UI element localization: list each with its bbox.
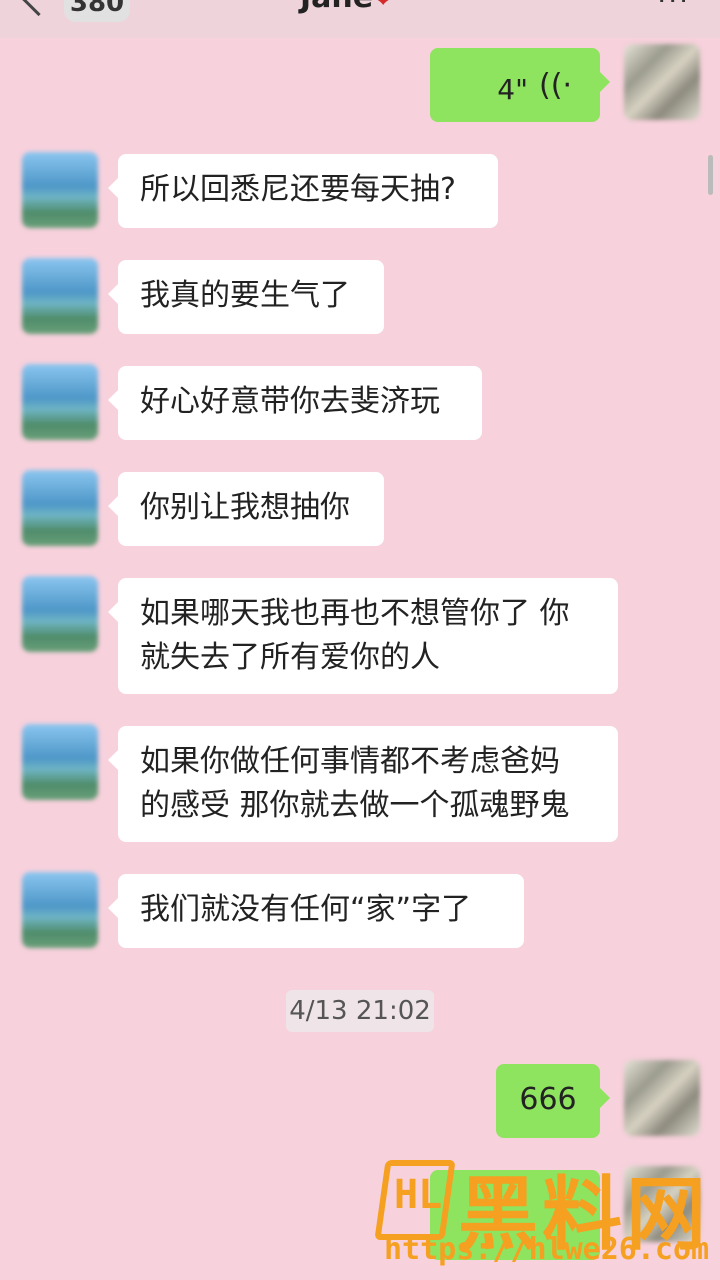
message-text-line: 的感受 那你就去做一个孤魂野鬼 (140, 788, 570, 823)
message-text-line: 如果你做任何事情都不考虑爸妈 (140, 744, 560, 779)
voice-duration: 4" (497, 73, 528, 106)
watermark-url: https://hlwe26.com (384, 1232, 710, 1267)
message-text: 666 (519, 1082, 577, 1117)
contact-avatar[interactable] (22, 152, 98, 228)
message-bubble[interactable]: 如果哪天我也再也不想管你了 你 就失去了所有爱你的人 (108, 578, 618, 694)
contact-avatar[interactable] (22, 258, 98, 334)
unread-count-badge[interactable]: 380 (64, 0, 130, 22)
voice-message-bubble[interactable]: 4" ((· (430, 48, 610, 122)
voice-wave-icon: ((· (539, 68, 572, 103)
message-text-line: 就失去了所有爱你的人 (140, 640, 440, 675)
message-text-line: 如果哪天我也再也不想管你了 你 (140, 596, 570, 631)
more-options-icon[interactable]: ··· (657, 0, 690, 17)
heart-icon: ❤ (373, 0, 393, 13)
my-avatar[interactable] (624, 44, 700, 120)
watermark-logo-text: HL (394, 1172, 443, 1218)
message-text: 我真的要生气了 (140, 278, 350, 313)
back-arrow-icon[interactable] (20, 0, 57, 17)
contact-avatar[interactable] (22, 576, 98, 652)
scrollbar-thumb[interactable] (708, 155, 713, 195)
chat-header: 380 Jane❤ ··· (0, 0, 720, 38)
chat-title: Jane❤ (300, 0, 393, 15)
message-text: 所以回悉尼还要每天抽? (140, 172, 456, 207)
contact-avatar[interactable] (22, 470, 98, 546)
message-bubble[interactable]: 我们就没有任何“家”字了 (108, 874, 524, 948)
message-bubble[interactable]: 你别让我想抽你 (108, 472, 384, 546)
contact-avatar[interactable] (22, 364, 98, 440)
contact-avatar[interactable] (22, 724, 98, 800)
message-bubble[interactable]: 所以回悉尼还要每天抽? (108, 154, 498, 228)
message-text: 你别让我想抽你 (140, 490, 350, 525)
contact-name: Jane (300, 0, 373, 15)
message-bubble[interactable]: 666 (496, 1064, 610, 1138)
my-avatar[interactable] (624, 1060, 700, 1136)
message-text: 好心好意带你去斐济玩 (140, 384, 440, 419)
message-bubble[interactable]: 我真的要生气了 (108, 260, 384, 334)
message-text: 我们就没有任何“家”字了 (140, 892, 472, 927)
message-bubble[interactable]: 好心好意带你去斐济玩 (108, 366, 482, 440)
message-timestamp: 4/13 21:02 (286, 990, 434, 1032)
message-bubble[interactable]: 如果你做任何事情都不考虑爸妈 的感受 那你就去做一个孤魂野鬼 (108, 726, 618, 842)
contact-avatar[interactable] (22, 872, 98, 948)
